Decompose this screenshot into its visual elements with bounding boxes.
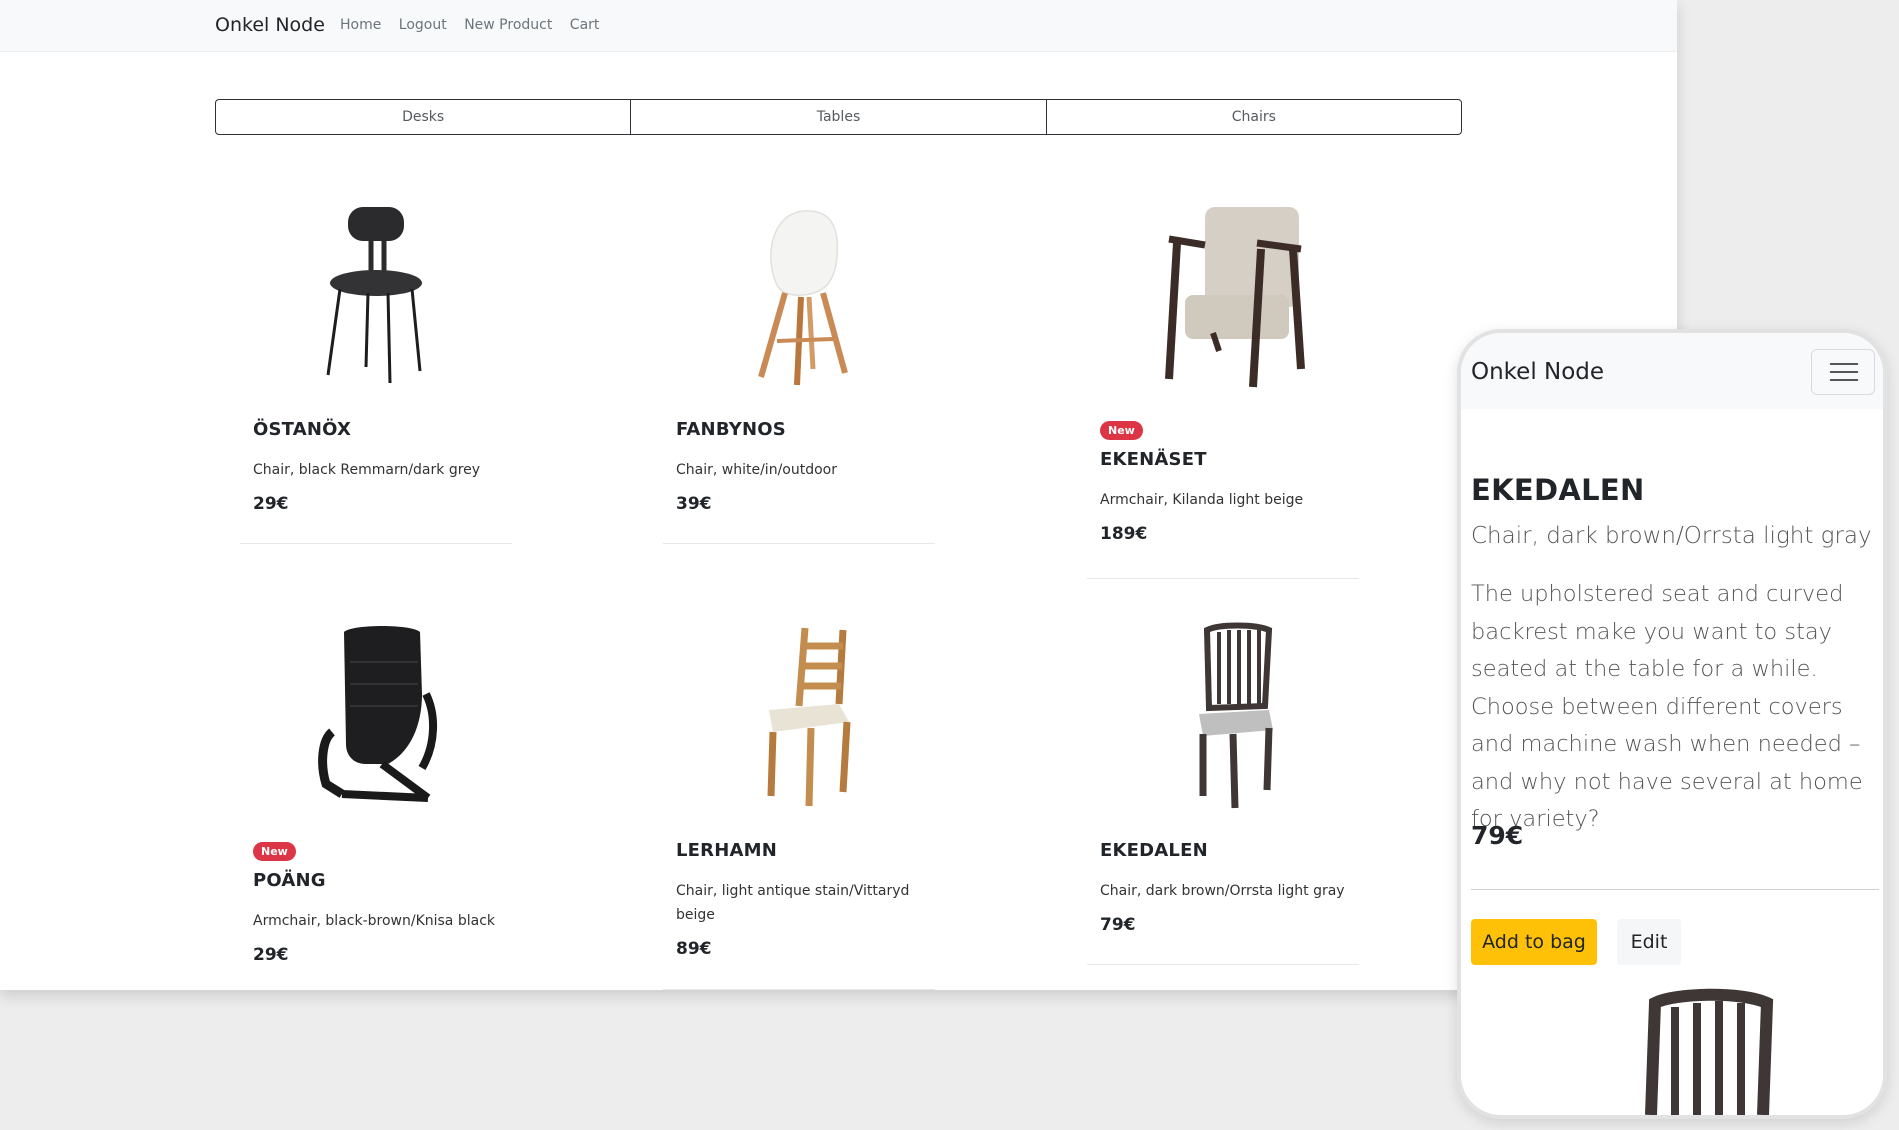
navbar: Onkel Node Home Logout New Product Cart — [0, 0, 1677, 52]
product-card[interactable]: EKEDALEN Chair, dark brown/Orrsta light … — [1087, 614, 1359, 965]
product-name[interactable]: POÄNG — [253, 870, 495, 891]
product-price: 89€ — [676, 939, 712, 959]
nav-logout[interactable]: Logout — [399, 17, 447, 33]
product-name[interactable]: LERHAMN — [676, 840, 911, 861]
mobile-brand-link[interactable]: Onkel Node — [1471, 359, 1604, 385]
product-description: Armchair, black-brown/Knisa black — [253, 913, 495, 929]
product-card[interactable]: LERHAMN Chair, light antique stain/Vitta… — [663, 614, 935, 990]
nav-home[interactable]: Home — [340, 17, 381, 33]
product-description: Chair, light antique stain/Vittaryd beig… — [676, 883, 910, 923]
nav-new-product[interactable]: New Product — [464, 17, 552, 33]
product-card[interactable]: FANBYNOS Chair, white/in/outdoor 39€ — [663, 193, 935, 544]
desktop-window: Onkel Node Home Logout New Product Cart … — [0, 0, 1677, 990]
category-button-group: Desks Tables Chairs — [215, 99, 1462, 135]
product-card[interactable]: New EKENÄSET Armchair, Kilanda light bei… — [1087, 193, 1359, 579]
product-description: Chair, dark brown/Orrsta light gray — [1100, 883, 1345, 899]
black-metal-chair-image[interactable] — [276, 193, 476, 393]
new-badge: New — [1100, 421, 1143, 440]
product-name[interactable]: EKENÄSET — [1100, 449, 1303, 470]
dark-brown-chair-image[interactable] — [1123, 614, 1323, 814]
product-title: EKEDALEN — [1471, 473, 1645, 507]
new-badge: New — [253, 842, 296, 861]
product-price: 29€ — [253, 494, 289, 514]
product-price: 29€ — [253, 945, 289, 965]
divider — [1471, 889, 1879, 890]
product-name[interactable]: FANBYNOS — [676, 419, 837, 440]
product-description: Armchair, Kilanda light beige — [1100, 492, 1304, 508]
product-price: 189€ — [1100, 524, 1148, 544]
product-name[interactable]: EKEDALEN — [1100, 840, 1345, 861]
nav-links: Home Logout New Product Cart — [340, 17, 612, 33]
white-shell-chair-image[interactable] — [699, 193, 899, 393]
mobile-navbar: Onkel Node — [1461, 333, 1883, 409]
nav-cart[interactable]: Cart — [570, 17, 600, 33]
beige-armchair-image[interactable] — [1123, 193, 1323, 393]
dark-brown-chair-image — [1645, 988, 1774, 1115]
product-subtitle: Chair, dark brown/Orrsta light gray — [1471, 523, 1872, 549]
product-price: 79€ — [1100, 915, 1136, 935]
product-price: 39€ — [676, 494, 712, 514]
product-card[interactable]: ÖSTANÖX Chair, black Remmarn/dark grey 2… — [240, 193, 512, 544]
product-description: Chair, white/in/outdoor — [676, 462, 837, 478]
product-name[interactable]: ÖSTANÖX — [253, 419, 480, 440]
black-cantilever-armchair-image[interactable] — [276, 614, 476, 814]
category-chairs-button[interactable]: Chairs — [1047, 100, 1461, 134]
category-tables-button[interactable]: Tables — [631, 100, 1047, 134]
product-description: Chair, black Remmarn/dark grey — [253, 462, 481, 478]
product-price: 79€ — [1471, 821, 1524, 850]
edit-button[interactable]: Edit — [1617, 919, 1681, 965]
category-desks-button[interactable]: Desks — [216, 100, 632, 134]
add-to-bag-button[interactable]: Add to bag — [1471, 919, 1597, 965]
brand-link[interactable]: Onkel Node — [215, 14, 325, 36]
product-description: The upholstered seat and curved backrest… — [1471, 581, 1863, 832]
mobile-frame: Onkel Node EKEDALEN Chair, dark brown/Or… — [1457, 329, 1887, 1119]
hamburger-menu-icon[interactable] — [1811, 349, 1875, 395]
product-card[interactable]: New POÄNG Armchair, black-brown/Knisa bl… — [240, 614, 512, 990]
wooden-ladder-chair-image[interactable] — [699, 614, 899, 814]
